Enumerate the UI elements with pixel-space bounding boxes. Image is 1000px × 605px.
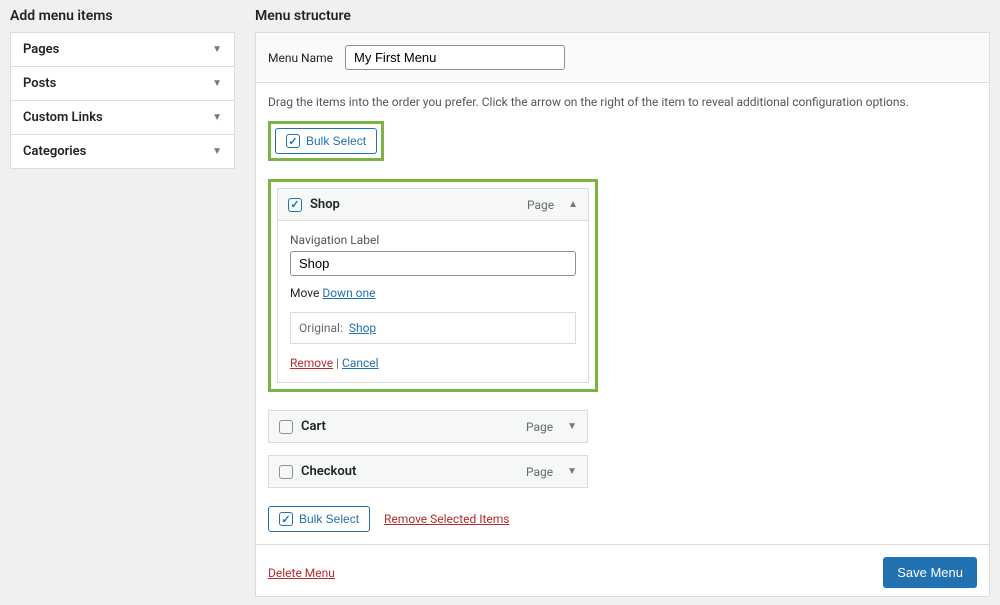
checkbox-checked-icon: [279, 512, 293, 526]
chevron-down-icon[interactable]: ▼: [567, 421, 577, 432]
chevron-down-icon: ▼: [212, 44, 222, 55]
menu-name-input[interactable]: [345, 45, 565, 70]
checkbox-unchecked-icon[interactable]: [279, 465, 293, 479]
chevron-down-icon[interactable]: ▼: [567, 466, 577, 477]
accordion-custom-links[interactable]: Custom Links ▼: [11, 101, 234, 135]
menu-item-shop-body: Navigation Label Move Down one Original:…: [278, 220, 588, 382]
chevron-down-icon: ▼: [212, 146, 222, 157]
menu-name-label: Menu Name: [268, 51, 333, 65]
instructions-text: Drag the items into the order you prefer…: [268, 95, 977, 109]
remove-item-link[interactable]: Remove: [290, 356, 333, 370]
menu-item-shop-header[interactable]: Shop Page ▲: [278, 189, 588, 220]
chevron-up-icon[interactable]: ▲: [568, 199, 578, 210]
checkbox-checked-icon: [286, 134, 300, 148]
checkbox-unchecked-icon[interactable]: [279, 420, 293, 434]
menu-item-checkout-header[interactable]: Checkout Page ▼: [269, 456, 587, 487]
chevron-down-icon: ▼: [212, 78, 222, 89]
accordion-categories[interactable]: Categories ▼: [11, 135, 234, 168]
remove-selected-link[interactable]: Remove Selected Items: [384, 512, 509, 526]
bulk-select-bottom-button[interactable]: Bulk Select: [268, 506, 370, 532]
save-menu-button[interactable]: Save Menu: [883, 557, 977, 588]
bulk-select-top-button[interactable]: Bulk Select: [275, 128, 377, 154]
accordion-posts[interactable]: Posts ▼: [11, 67, 234, 101]
menu-item-shop: Shop Page ▲ Navigation Label Move Down o…: [277, 188, 589, 383]
menu-item-checkout: Checkout Page ▼: [268, 455, 588, 488]
checkbox-checked-icon[interactable]: [288, 198, 302, 212]
cancel-item-link[interactable]: Cancel: [342, 356, 379, 370]
accordion-pages[interactable]: Pages ▼: [11, 33, 234, 67]
chevron-down-icon: ▼: [212, 112, 222, 123]
delete-menu-link[interactable]: Delete Menu: [268, 566, 335, 580]
menu-footer: Delete Menu Save Menu: [256, 544, 989, 596]
add-menu-items-title: Add menu items: [10, 8, 235, 24]
move-row: Move Down one: [290, 286, 576, 300]
bulk-row-bottom: Bulk Select Remove Selected Items: [268, 506, 977, 532]
menu-item-cart-header[interactable]: Cart Page ▼: [269, 411, 587, 442]
menu-item-cart: Cart Page ▼: [268, 410, 588, 443]
highlight-menu-item-shop: Shop Page ▲ Navigation Label Move Down o…: [268, 179, 598, 392]
accordion-add-items: Pages ▼ Posts ▼ Custom Links ▼ Categorie…: [10, 32, 235, 169]
menu-edit-panel: Menu Name Drag the items into the order …: [255, 32, 990, 597]
highlight-bulk-select-top: Bulk Select: [268, 121, 384, 161]
move-down-one-link[interactable]: Down one: [322, 286, 375, 300]
item-action-links: Remove | Cancel: [290, 356, 576, 370]
menu-header: Menu Name: [256, 33, 989, 83]
menu-structure-title: Menu structure: [255, 8, 990, 24]
nav-label-text: Navigation Label: [290, 233, 576, 247]
original-box: Original: Shop: [290, 312, 576, 344]
original-link[interactable]: Shop: [349, 321, 376, 335]
nav-label-input[interactable]: [290, 251, 576, 276]
